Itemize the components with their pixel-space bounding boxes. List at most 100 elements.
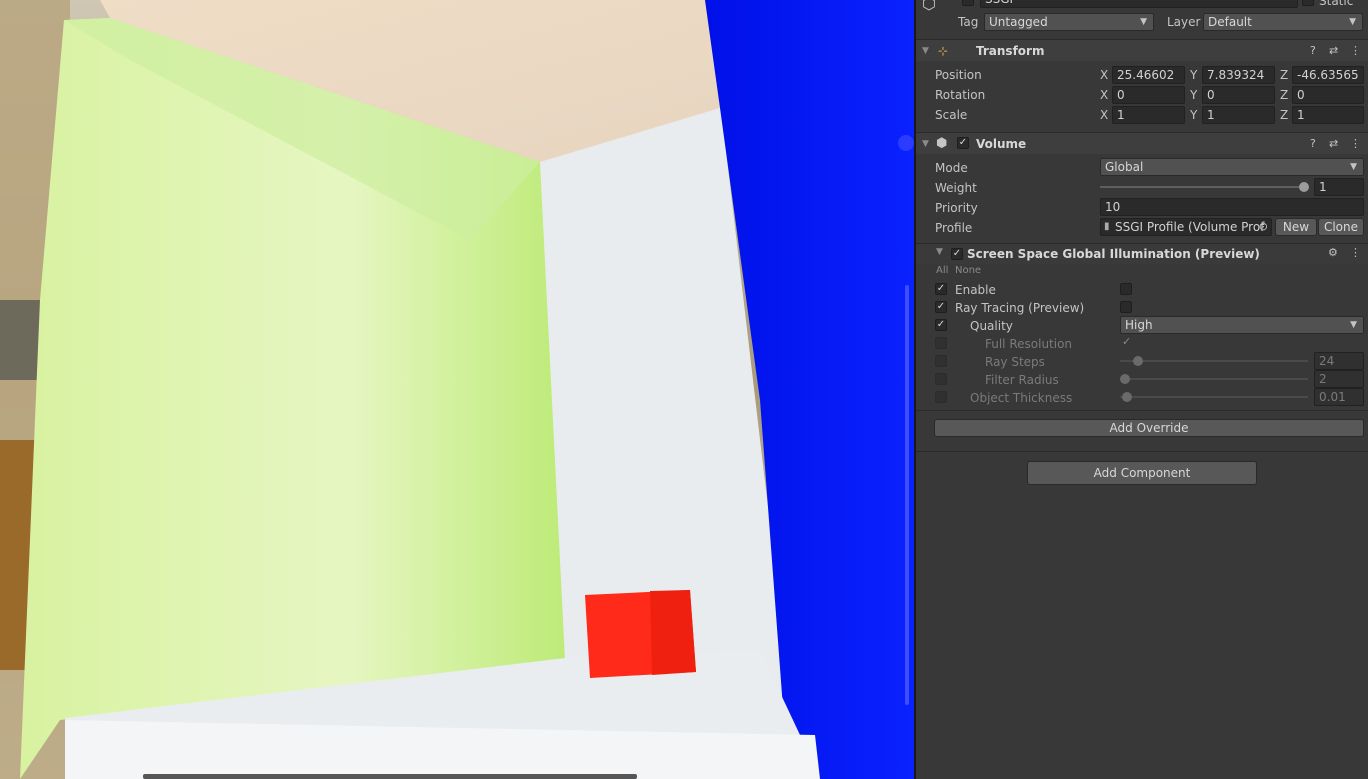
object-picker-icon[interactable]: ⊙: [1259, 219, 1268, 235]
enable-override-checkbox[interactable]: ✓: [935, 283, 947, 295]
quality-override-checkbox[interactable]: ✓: [935, 319, 947, 331]
ray-steps-slider-knob[interactable]: [1133, 356, 1143, 366]
transform-header[interactable]: ▼ ⊹ Transform ? ⇄ ⋮: [916, 39, 1368, 61]
ssgi-active-checkbox[interactable]: ✓: [951, 248, 963, 260]
volume-title: Volume: [976, 136, 1027, 151]
filter-radius-override-checkbox[interactable]: [935, 373, 947, 385]
rotation-x-field[interactable]: 0: [1112, 86, 1185, 104]
override-settings-icon[interactable]: ⚙: [1328, 246, 1338, 259]
axis-y-label[interactable]: Y: [1190, 108, 1197, 122]
axis-x-label[interactable]: X: [1100, 68, 1108, 82]
filter-radius-slider-knob[interactable]: [1120, 374, 1130, 384]
rotation-y-field[interactable]: 0: [1202, 86, 1275, 104]
layer-label: Layer: [1167, 15, 1201, 29]
full-res-checkmark-icon[interactable]: ✓: [1122, 335, 1131, 348]
asset-file-icon: ▮: [1104, 221, 1110, 232]
weight-field[interactable]: 1: [1314, 178, 1364, 196]
weight-slider-track[interactable]: [1100, 186, 1304, 188]
weight-slider-knob[interactable]: [1299, 182, 1309, 192]
add-component-button[interactable]: Add Component: [1027, 461, 1257, 485]
quality-dropdown[interactable]: High ▼: [1120, 316, 1364, 334]
inspector-panel: ⬡ SSGI Static Tag Untagged ▼ Layer Defau…: [916, 0, 1368, 779]
ray-steps-slider-track[interactable]: [1120, 360, 1308, 362]
scale-x-field[interactable]: 1: [1112, 106, 1185, 124]
menu-icon[interactable]: ⋮: [1350, 246, 1361, 259]
ray-steps-override-checkbox[interactable]: [935, 355, 947, 367]
profile-label: Profile: [935, 221, 973, 235]
foldout-arrow-icon[interactable]: ▼: [922, 46, 929, 56]
none-toggle-link[interactable]: None: [955, 265, 981, 276]
scale-label: Scale: [935, 108, 968, 122]
menu-icon[interactable]: ⋮: [1350, 137, 1361, 150]
scene-view[interactable]: [0, 0, 914, 779]
axis-x-label[interactable]: X: [1100, 88, 1108, 102]
tag-dropdown[interactable]: Untagged ▼: [984, 13, 1154, 31]
help-icon[interactable]: ?: [1310, 44, 1316, 57]
layer-dropdown[interactable]: Default ▼: [1203, 13, 1363, 31]
position-x-field[interactable]: 25.46602: [1112, 66, 1185, 84]
scale-z-field[interactable]: 1: [1292, 106, 1364, 124]
enable-label: Enable: [955, 283, 996, 297]
mode-dropdown[interactable]: Global ▼: [1100, 158, 1364, 176]
quality-label: Quality: [970, 319, 1013, 333]
clone-profile-button[interactable]: Clone: [1318, 218, 1364, 236]
position-z-field[interactable]: -46.63565: [1292, 66, 1364, 84]
ray-tracing-override-checkbox[interactable]: ✓: [935, 301, 947, 313]
tag-label: Tag: [958, 15, 979, 29]
ray-tracing-label: Ray Tracing (Preview): [955, 301, 1085, 315]
axis-z-label[interactable]: Z: [1280, 108, 1288, 122]
priority-field[interactable]: 10: [1100, 198, 1364, 216]
axis-x-label[interactable]: X: [1100, 108, 1108, 122]
add-override-button[interactable]: Add Override: [934, 419, 1364, 437]
position-y-field[interactable]: 7.839324: [1202, 66, 1275, 84]
gameobject-active-toggle[interactable]: [962, 0, 974, 6]
weight-label: Weight: [935, 181, 977, 195]
axis-z-label[interactable]: Z: [1280, 68, 1288, 82]
position-label: Position: [935, 68, 982, 82]
ssgi-title: Screen Space Global Illumination (Previe…: [967, 247, 1260, 261]
dropdown-arrow-icon: ▼: [1350, 162, 1357, 172]
object-thickness-override-checkbox[interactable]: [935, 391, 947, 403]
filter-radius-field[interactable]: 2: [1314, 370, 1364, 388]
ray-steps-field[interactable]: 24: [1314, 352, 1364, 370]
mode-value: Global: [1105, 160, 1144, 174]
object-thickness-slider-knob[interactable]: [1122, 392, 1132, 402]
axis-y-label[interactable]: Y: [1190, 88, 1197, 102]
transform-title: Transform: [976, 43, 1045, 58]
axis-y-label[interactable]: Y: [1190, 68, 1197, 82]
foldout-arrow-icon[interactable]: ▼: [936, 247, 943, 257]
ssgi-override-header[interactable]: ▼ ✓ Screen Space Global Illumination (Pr…: [916, 244, 1368, 264]
transform-icon: ⊹: [938, 43, 949, 58]
volume-enabled-checkbox[interactable]: ✓: [957, 137, 969, 149]
object-thickness-field[interactable]: 0.01: [1314, 388, 1364, 406]
new-profile-button[interactable]: New: [1275, 218, 1317, 236]
preset-icon[interactable]: ⇄: [1329, 44, 1338, 57]
axis-z-label[interactable]: Z: [1280, 88, 1288, 102]
ray-tracing-value-checkbox[interactable]: [1120, 301, 1132, 313]
filter-radius-slider-track[interactable]: [1120, 378, 1308, 380]
layer-value: Default: [1208, 15, 1252, 29]
static-checkbox[interactable]: [1302, 0, 1314, 6]
object-thickness-slider-track[interactable]: [1120, 396, 1308, 398]
full-res-override-checkbox[interactable]: [935, 337, 947, 349]
enable-value-checkbox[interactable]: [1120, 283, 1132, 295]
foldout-arrow-icon[interactable]: ▼: [922, 139, 929, 149]
rotation-label: Rotation: [935, 88, 986, 102]
rotation-z-field[interactable]: 0: [1292, 86, 1364, 104]
profile-object-field[interactable]: ▮ SSGI Profile (Volume Prof ⊙: [1100, 218, 1272, 236]
tag-value: Untagged: [989, 15, 1048, 29]
volume-header[interactable]: ▼ ⬢ ✓ Volume ? ⇄ ⋮: [916, 132, 1368, 154]
object-thickness-label: Object Thickness: [970, 391, 1073, 405]
preset-icon[interactable]: ⇄: [1329, 137, 1338, 150]
quality-value: High: [1125, 318, 1153, 332]
gameobject-icon: ⬡: [922, 0, 936, 13]
scale-y-field[interactable]: 1: [1202, 106, 1275, 124]
menu-icon[interactable]: ⋮: [1350, 44, 1361, 57]
static-label: Static: [1319, 0, 1354, 8]
ray-steps-label: Ray Steps: [985, 355, 1045, 369]
dropdown-arrow-icon: ▼: [1350, 320, 1357, 330]
gameobject-name-field[interactable]: SSGI: [980, 0, 1298, 8]
scene-render: [0, 0, 914, 779]
all-toggle-link[interactable]: All: [936, 265, 948, 276]
help-icon[interactable]: ?: [1310, 137, 1316, 150]
